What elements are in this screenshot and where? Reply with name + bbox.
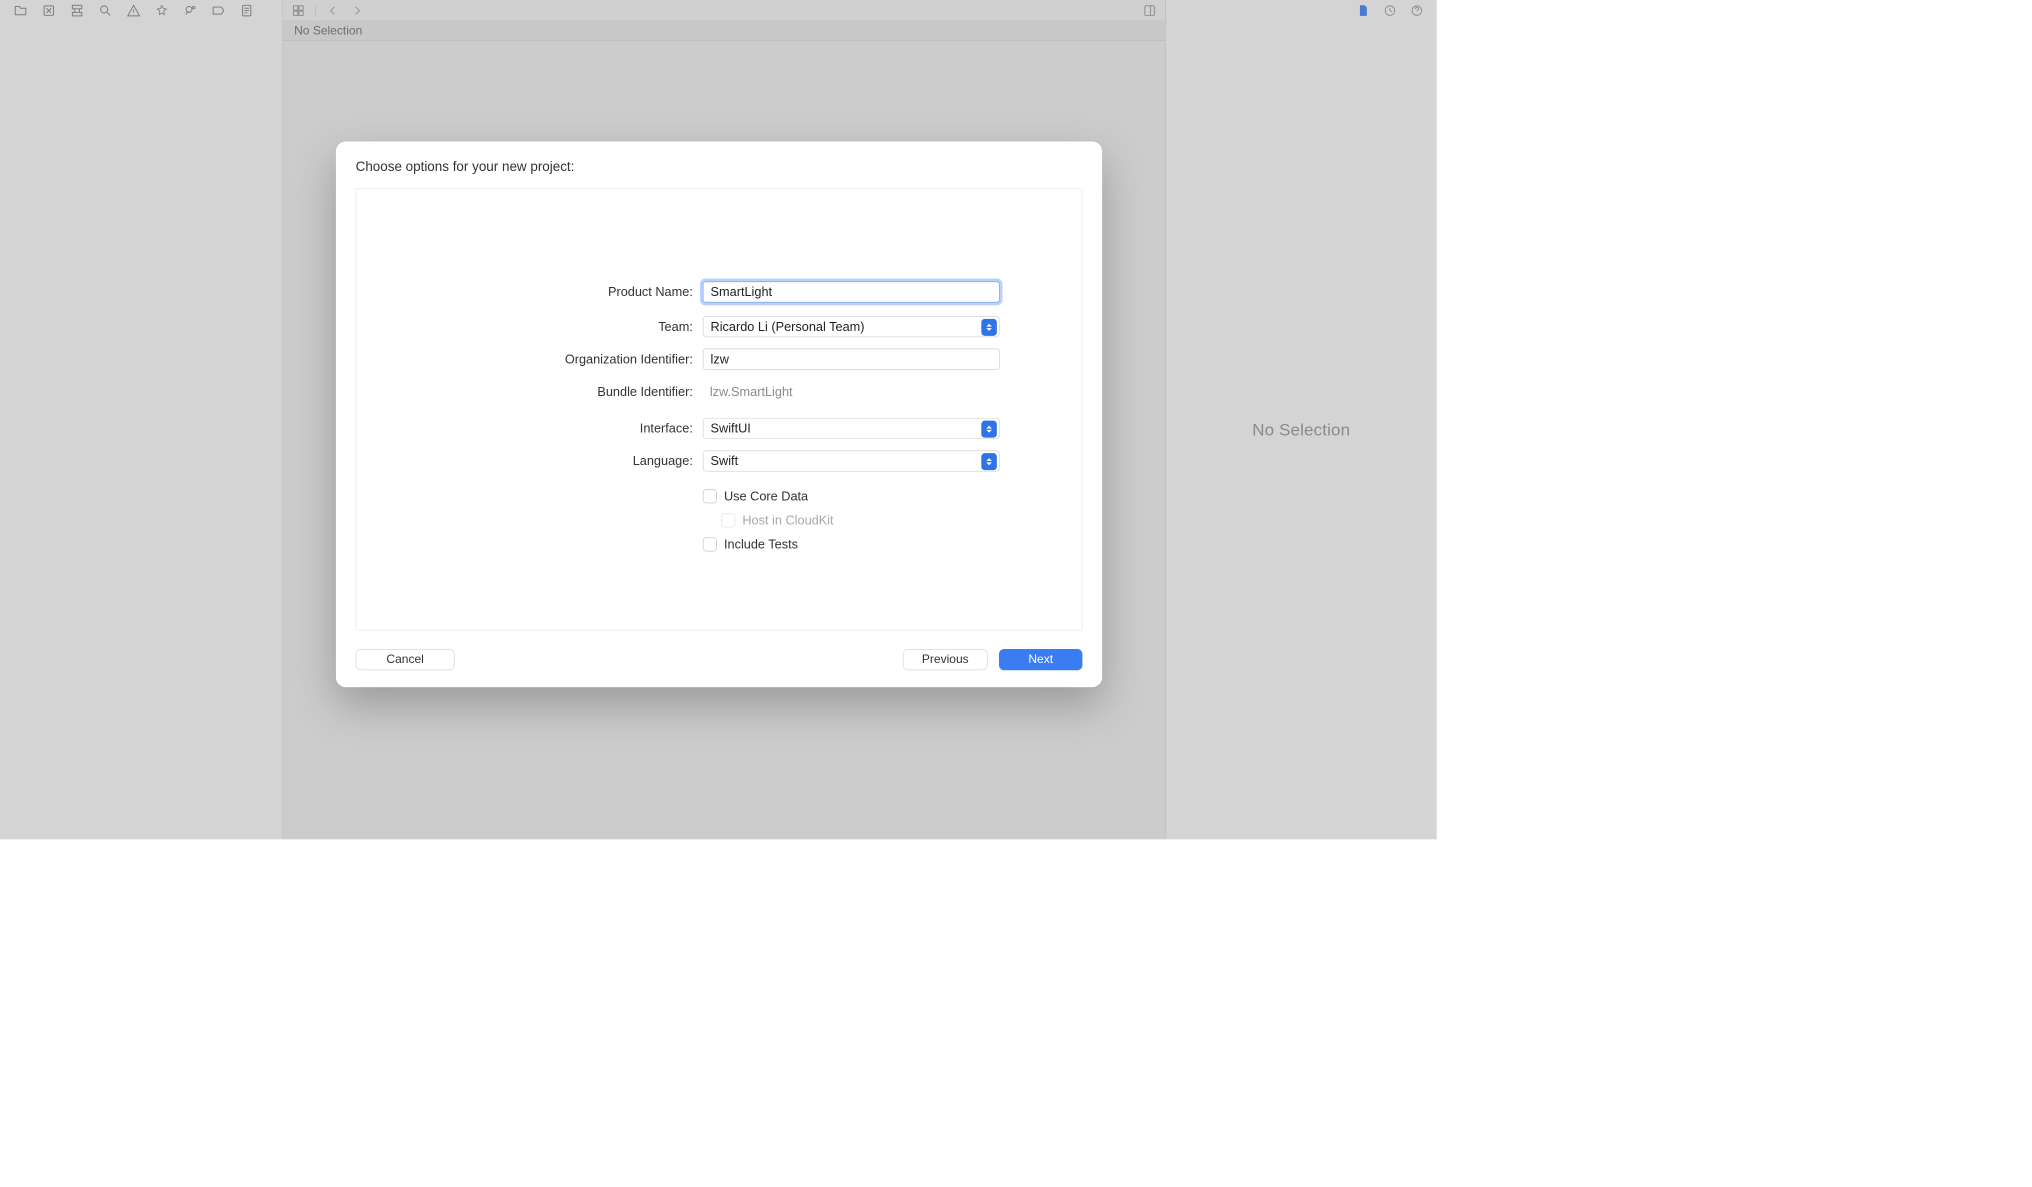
product-name-label: Product Name: bbox=[356, 285, 702, 300]
toolbar-divider bbox=[315, 4, 316, 17]
navigator-panel bbox=[0, 0, 283, 839]
checkbox-block: Use Core Data Host in CloudKit Include T… bbox=[356, 487, 1081, 553]
project-navigator-icon[interactable] bbox=[13, 3, 29, 19]
team-select-value: Ricardo Li (Personal Team) bbox=[711, 319, 865, 334]
jump-bar[interactable]: No Selection bbox=[283, 21, 1165, 41]
next-button[interactable]: Next bbox=[999, 649, 1082, 670]
interface-select-value: SwiftUI bbox=[711, 421, 751, 436]
core-data-check-label: Use Core Data bbox=[724, 489, 808, 504]
options-form: Product Name: Team: Ricardo Li (Personal… bbox=[356, 278, 1081, 554]
sheet-footer: Cancel Previous Next bbox=[356, 631, 1083, 671]
tests-checkbox[interactable] bbox=[703, 537, 717, 551]
help-inspector-icon[interactable] bbox=[1410, 4, 1424, 18]
breakpoint-navigator-icon[interactable] bbox=[211, 3, 227, 19]
editor-options-icon[interactable] bbox=[1143, 3, 1157, 17]
language-row: Language: Swift bbox=[356, 449, 1081, 473]
cloudkit-check-row: Host in CloudKit bbox=[721, 511, 1000, 529]
tests-check-row[interactable]: Include Tests bbox=[703, 535, 1000, 553]
team-label: Team: bbox=[356, 319, 702, 334]
bundle-id-row: Bundle Identifier: lzw.SmartLight bbox=[356, 380, 1081, 404]
navigator-tab-bar bbox=[0, 0, 282, 21]
next-button-label: Next bbox=[1028, 653, 1053, 667]
report-navigator-icon[interactable] bbox=[239, 3, 255, 19]
core-data-check-row[interactable]: Use Core Data bbox=[703, 487, 1000, 505]
new-project-options-sheet: Choose options for your new project: Pro… bbox=[336, 141, 1102, 687]
tests-check-label: Include Tests bbox=[724, 537, 798, 552]
team-row: Team: Ricardo Li (Personal Team) bbox=[356, 315, 1081, 339]
team-select[interactable]: Ricardo Li (Personal Team) bbox=[703, 316, 1000, 337]
inspector-panel: No Selection bbox=[1165, 0, 1436, 839]
cloudkit-checkbox bbox=[721, 513, 735, 527]
previous-button[interactable]: Previous bbox=[903, 649, 988, 670]
cancel-button[interactable]: Cancel bbox=[356, 649, 455, 670]
jump-bar-text: No Selection bbox=[294, 24, 362, 38]
forward-icon[interactable] bbox=[350, 3, 364, 17]
issue-navigator-icon[interactable] bbox=[126, 3, 142, 19]
org-id-row: Organization Identifier: bbox=[356, 347, 1081, 371]
product-name-input[interactable] bbox=[703, 281, 1000, 302]
editor-toolbar bbox=[283, 0, 1165, 21]
interface-row: Interface: SwiftUI bbox=[356, 416, 1081, 440]
sheet-content: Product Name: Team: Ricardo Li (Personal… bbox=[356, 188, 1083, 631]
updown-icon bbox=[981, 319, 997, 336]
symbol-navigator-icon[interactable] bbox=[69, 3, 85, 19]
interface-select[interactable]: SwiftUI bbox=[703, 418, 1000, 439]
cloudkit-check-label: Host in CloudKit bbox=[742, 513, 833, 528]
inspector-body: No Selection bbox=[1166, 21, 1437, 839]
updown-icon bbox=[981, 453, 997, 470]
language-select[interactable]: Swift bbox=[703, 450, 1000, 471]
bundle-id-value: lzw.SmartLight bbox=[703, 384, 793, 398]
xcode-window: No Selection No Selection Choose options… bbox=[0, 0, 1437, 839]
cancel-button-label: Cancel bbox=[386, 653, 423, 667]
related-items-icon[interactable] bbox=[291, 3, 305, 17]
debug-navigator-icon[interactable] bbox=[182, 3, 198, 19]
find-navigator-icon[interactable] bbox=[98, 3, 114, 19]
updown-icon bbox=[981, 421, 997, 438]
source-control-navigator-icon[interactable] bbox=[41, 3, 57, 19]
product-name-row: Product Name: bbox=[356, 278, 1081, 306]
interface-label: Interface: bbox=[356, 421, 702, 436]
previous-button-label: Previous bbox=[922, 653, 969, 667]
org-id-label: Organization Identifier: bbox=[356, 352, 702, 367]
language-label: Language: bbox=[356, 454, 702, 469]
inspector-tab-bar bbox=[1166, 0, 1437, 21]
sheet-title: Choose options for your new project: bbox=[356, 160, 1083, 176]
org-id-input[interactable] bbox=[703, 349, 1000, 370]
test-navigator-icon[interactable] bbox=[154, 3, 170, 19]
core-data-checkbox[interactable] bbox=[703, 489, 717, 503]
bundle-id-label: Bundle Identifier: bbox=[356, 384, 702, 399]
file-inspector-icon[interactable] bbox=[1356, 4, 1370, 18]
inspector-no-selection: No Selection bbox=[1252, 420, 1350, 440]
language-select-value: Swift bbox=[711, 454, 739, 469]
back-icon[interactable] bbox=[326, 3, 340, 17]
history-inspector-icon[interactable] bbox=[1383, 4, 1397, 18]
